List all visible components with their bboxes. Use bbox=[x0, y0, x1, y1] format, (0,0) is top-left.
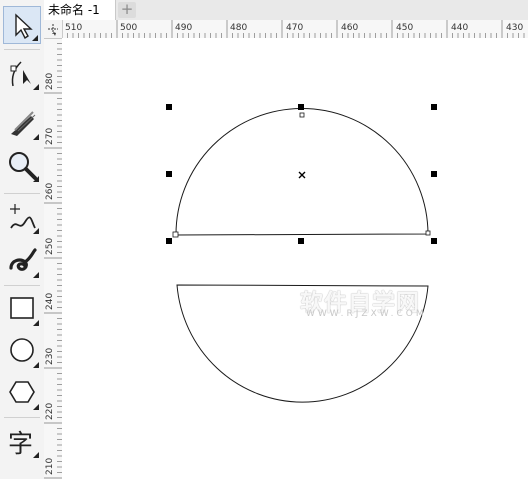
node-marker[interactable] bbox=[172, 231, 179, 238]
flyout-indicator-icon bbox=[33, 320, 39, 326]
polygon-tool-button[interactable] bbox=[3, 374, 41, 412]
flyout-indicator-icon bbox=[33, 176, 39, 182]
ruler-label: 490 bbox=[175, 23, 193, 33]
ruler-label: 510 bbox=[65, 23, 83, 33]
ellipse-tool-button[interactable] bbox=[3, 332, 41, 370]
flyout-indicator-icon bbox=[33, 84, 39, 90]
ruler-label: 450 bbox=[396, 23, 414, 33]
document-tab-strip: 未命名 -1 + bbox=[44, 0, 528, 21]
ruler-origin-icon bbox=[48, 24, 58, 36]
pick-tool-button[interactable] bbox=[3, 6, 41, 44]
document-tab[interactable]: 未命名 -1 bbox=[44, 0, 116, 20]
ruler-label: 230 bbox=[45, 347, 55, 365]
flyout-indicator-icon bbox=[32, 35, 38, 41]
toolbox-separator bbox=[4, 49, 40, 50]
ruler-label: 270 bbox=[45, 127, 55, 145]
flyout-indicator-icon bbox=[33, 362, 39, 368]
shape-tool-button[interactable] bbox=[3, 54, 41, 92]
ruler-origin-corner[interactable] bbox=[44, 20, 63, 39]
text-tool-button[interactable]: 字 bbox=[3, 422, 41, 460]
add-tab-button[interactable]: + bbox=[118, 2, 136, 18]
ruler-label: 220 bbox=[45, 402, 55, 420]
selection-handle-se[interactable] bbox=[431, 238, 437, 244]
selection-handle-w[interactable] bbox=[166, 171, 172, 177]
toolbox-separator bbox=[4, 193, 40, 194]
selection-handle-nw[interactable] bbox=[166, 104, 172, 110]
ruler-label: 240 bbox=[45, 292, 55, 310]
ruler-label: 210 bbox=[45, 457, 55, 475]
ruler-label: 460 bbox=[341, 23, 359, 33]
ruler-label: 470 bbox=[286, 23, 304, 33]
toolbox: 字 bbox=[0, 0, 45, 479]
text-icon: 字 bbox=[8, 429, 34, 458]
flyout-indicator-icon bbox=[33, 452, 39, 458]
toolbox-separator bbox=[4, 417, 40, 418]
node-marker[interactable] bbox=[425, 230, 431, 236]
horizontal-ruler[interactable]: 510 500 490 480 470 460 450 440 430 bbox=[62, 20, 528, 39]
flyout-indicator-icon bbox=[33, 404, 39, 410]
selection-handle-n[interactable] bbox=[298, 104, 304, 110]
flyout-indicator-icon bbox=[33, 272, 39, 278]
toolbox-separator bbox=[4, 285, 40, 286]
vertical-ruler[interactable]: 280 270 260 250 240 230 220 210 bbox=[44, 38, 63, 479]
rectangle-tool-button[interactable] bbox=[3, 290, 41, 328]
selection-handle-s[interactable] bbox=[298, 238, 304, 244]
ruler-label: 280 bbox=[45, 72, 55, 90]
freehand-tool-button[interactable] bbox=[3, 198, 41, 236]
node-marker[interactable] bbox=[299, 112, 305, 118]
top-half-circle-shape[interactable] bbox=[175, 108, 429, 236]
artistic-media-tool-button[interactable] bbox=[3, 242, 41, 280]
watermark-subtext: WWW.RJZXW.COM bbox=[306, 309, 427, 319]
selection-handle-sw[interactable] bbox=[166, 238, 172, 244]
selection-center-mark[interactable] bbox=[298, 171, 306, 179]
drawing-surface[interactable] bbox=[62, 38, 528, 479]
zoom-tool-button[interactable] bbox=[3, 146, 41, 184]
ruler-label: 250 bbox=[45, 237, 55, 255]
crop-tool-button[interactable] bbox=[3, 104, 41, 142]
flyout-indicator-icon bbox=[33, 228, 39, 234]
ruler-label: 430 bbox=[506, 23, 524, 33]
flyout-indicator-icon bbox=[33, 134, 39, 140]
ruler-label: 440 bbox=[451, 23, 469, 33]
ruler-label: 480 bbox=[230, 23, 248, 33]
selection-handle-e[interactable] bbox=[431, 171, 437, 177]
ruler-label: 500 bbox=[120, 23, 138, 33]
drawing-canvas[interactable]: 软件自学网 WWW.RJZXW.COM bbox=[62, 38, 528, 479]
ruler-label: 260 bbox=[45, 182, 55, 200]
selection-handle-ne[interactable] bbox=[431, 104, 437, 110]
